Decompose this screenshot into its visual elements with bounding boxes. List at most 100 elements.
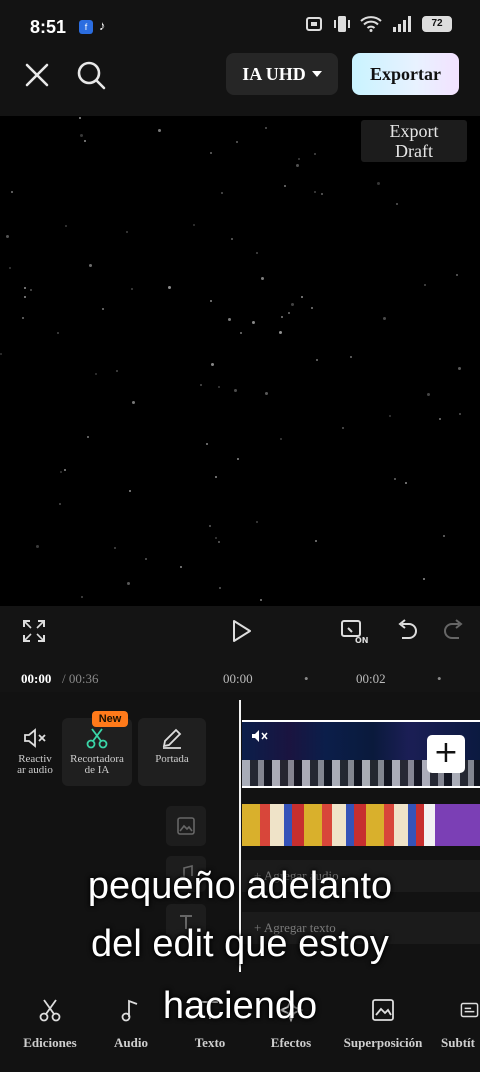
tool-label: Portada	[155, 753, 189, 765]
preview-star	[218, 386, 220, 388]
search-icon[interactable]	[74, 58, 108, 92]
preview-star	[81, 596, 83, 598]
preview-star	[24, 287, 26, 289]
preview-star	[389, 415, 391, 417]
tool-label: de IA	[84, 764, 110, 776]
preview-star	[424, 284, 426, 286]
chevron-down-icon	[311, 71, 322, 77]
play-icon[interactable]	[228, 618, 254, 644]
status-bar: 8:51 f ♪ 72	[0, 0, 480, 50]
preview-star	[394, 478, 396, 480]
preview-star	[22, 317, 24, 319]
preview-star	[102, 308, 104, 310]
tool-label: ar audio	[17, 764, 53, 776]
redo-icon[interactable]	[441, 618, 467, 644]
preview-star	[116, 370, 118, 372]
preview-star	[114, 547, 116, 549]
preview-star	[126, 231, 128, 233]
nav-label: Audio	[114, 1035, 148, 1050]
ai-cutter-button[interactable]: Recortadora de IA	[62, 718, 132, 786]
preview-star	[127, 582, 130, 585]
overlay-track-end	[424, 804, 480, 846]
preview-star	[315, 540, 317, 542]
preview-star	[316, 359, 318, 361]
preview-star	[265, 127, 267, 129]
timecode-bar: 00:00 / 00:36 00:00 • 00:02 •	[0, 666, 480, 692]
undo-icon[interactable]	[394, 618, 420, 644]
close-icon[interactable]	[22, 60, 52, 90]
status-time: 8:51	[30, 17, 67, 37]
preview-star	[234, 389, 237, 392]
track-mute-icon[interactable]	[250, 728, 268, 744]
preview-star	[64, 469, 66, 471]
preview-star	[57, 332, 59, 334]
caption-line-2: del edit que estoy	[91, 923, 389, 965]
preview-star	[30, 289, 32, 291]
unmute-audio-button[interactable]: Reactiv ar audio	[0, 718, 70, 786]
preview-star	[79, 117, 81, 119]
preview-star	[11, 191, 13, 193]
preview-star	[36, 545, 39, 548]
export-draft-badge[interactable]: Export Draft	[361, 120, 467, 162]
facebook-icon: f	[79, 20, 93, 34]
preview-star	[145, 558, 147, 560]
preview-star	[396, 203, 398, 205]
nav-label: Ediciones	[23, 1035, 77, 1050]
auto-on-icon[interactable]: ON	[340, 618, 370, 644]
preview-star	[405, 482, 407, 484]
cover-button[interactable]: Portada	[138, 718, 206, 786]
ruler-mark: 00:02	[356, 671, 386, 686]
quality-dropdown[interactable]: IA UHD	[226, 53, 338, 95]
preview-star	[215, 476, 217, 478]
draft-badge-line2: Draft	[395, 141, 433, 161]
preview-star	[261, 277, 264, 280]
add-clip-button[interactable]: +	[427, 735, 465, 773]
nav-label: Subtít	[441, 1035, 475, 1050]
video-preview[interactable]: Export Draft	[0, 116, 480, 606]
preview-star	[284, 185, 286, 187]
preview-star	[298, 158, 300, 160]
quality-label: IA UHD	[242, 63, 306, 84]
pencil-icon	[162, 728, 182, 749]
preview-star	[383, 317, 386, 320]
preview-star	[87, 436, 89, 438]
preview-star	[314, 191, 316, 193]
preview-star	[265, 392, 268, 395]
fullscreen-icon[interactable]	[21, 618, 47, 644]
preview-star	[59, 503, 61, 505]
tiktok-icon: ♪	[99, 18, 106, 33]
preview-star	[200, 384, 202, 386]
preview-star	[443, 535, 445, 537]
overlay-track-icon[interactable]	[166, 806, 206, 846]
preview-star	[84, 140, 86, 142]
new-badge: New	[92, 711, 128, 727]
preview-star	[260, 599, 262, 601]
preview-star	[206, 443, 208, 445]
draft-badge-line1: Export	[389, 121, 439, 141]
image-icon	[177, 817, 195, 835]
preview-star	[456, 274, 458, 276]
overlay-track[interactable]	[242, 804, 480, 846]
preview-star	[458, 367, 461, 370]
ruler-dot: •	[304, 671, 309, 686]
preview-star	[439, 418, 441, 420]
ai-scissors-icon	[86, 728, 108, 749]
preview-star	[24, 296, 26, 298]
preview-star	[219, 587, 221, 589]
editor-top-bar: IA UHD Exportar	[0, 50, 480, 116]
preview-star	[231, 238, 233, 240]
preview-star	[427, 393, 430, 396]
status-icons: 72	[306, 15, 452, 33]
preview-star	[291, 303, 294, 306]
preview-star	[252, 321, 255, 324]
preview-star	[459, 413, 461, 415]
preview-star	[228, 318, 231, 321]
preview-star	[129, 490, 131, 492]
preview-star	[377, 182, 380, 185]
export-button[interactable]: Exportar	[352, 53, 459, 95]
preview-star	[158, 129, 161, 132]
total-time: / 00:36	[62, 671, 99, 686]
current-time: 00:00	[21, 671, 52, 686]
preview-star	[350, 356, 352, 358]
preview-star	[0, 353, 2, 355]
